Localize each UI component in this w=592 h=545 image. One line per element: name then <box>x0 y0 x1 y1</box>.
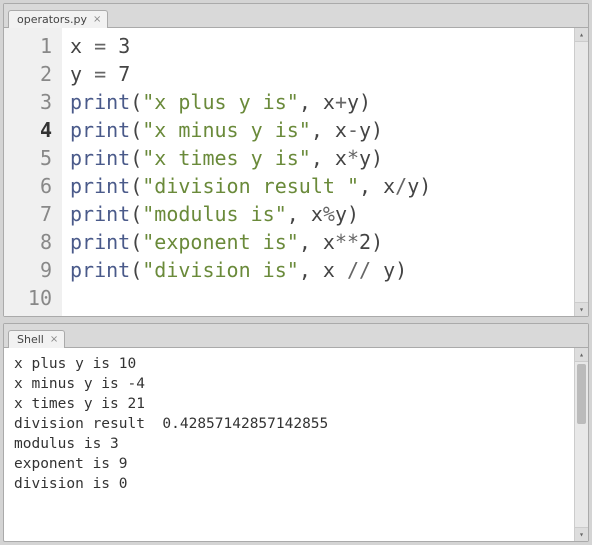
line-number: 5 <box>4 144 52 172</box>
shell-panel: Shell × x plus y is 10 x minus y is -4 x… <box>3 323 589 542</box>
editor-tab-label: operators.py <box>17 13 87 26</box>
editor-tab-operators[interactable]: operators.py × <box>8 10 108 28</box>
line-number-gutter: 12345678910 <box>4 28 62 316</box>
code-line[interactable]: print("division is", x // y) <box>70 256 566 284</box>
scroll-up-icon[interactable]: ▴ <box>575 28 588 42</box>
line-number: 7 <box>4 200 52 228</box>
line-number: 4 <box>4 116 52 144</box>
code-line[interactable]: print("division result ", x/y) <box>70 172 566 200</box>
shell-scrollbar[interactable]: ▴ ▾ <box>574 348 588 541</box>
scroll-thumb[interactable] <box>577 364 586 424</box>
editor-tabbar: operators.py × <box>4 4 588 28</box>
line-number: 3 <box>4 88 52 116</box>
close-icon[interactable]: × <box>93 14 101 25</box>
shell-content-wrap: x plus y is 10 x minus y is -4 x times y… <box>4 348 588 541</box>
line-number: 2 <box>4 60 52 88</box>
code-line[interactable]: print("exponent is", x**2) <box>70 228 566 256</box>
line-number: 9 <box>4 256 52 284</box>
scroll-down-icon[interactable]: ▾ <box>575 527 588 541</box>
shell-tab[interactable]: Shell × <box>8 330 65 348</box>
shell-tab-label: Shell <box>17 333 44 346</box>
shell-output[interactable]: x plus y is 10 x minus y is -4 x times y… <box>4 348 574 541</box>
code-line[interactable]: print("modulus is", x%y) <box>70 200 566 228</box>
line-number: 6 <box>4 172 52 200</box>
code-line[interactable]: print("x minus y is", x-y) <box>70 116 566 144</box>
code-line[interactable]: y = 7 <box>70 60 566 88</box>
code-line[interactable]: x = 3 <box>70 32 566 60</box>
line-number: 10 <box>4 284 52 312</box>
scroll-up-icon[interactable]: ▴ <box>575 348 588 362</box>
code-line[interactable]: print("x plus y is", x+y) <box>70 88 566 116</box>
line-number: 8 <box>4 228 52 256</box>
code-line[interactable]: print("x times y is", x*y) <box>70 144 566 172</box>
editor-scrollbar[interactable]: ▴ ▾ <box>574 28 588 316</box>
shell-tabbar: Shell × <box>4 324 588 348</box>
editor-content: 12345678910 x = 3y = 7print("x plus y is… <box>4 28 588 316</box>
editor-panel: operators.py × 12345678910 x = 3y = 7pri… <box>3 3 589 317</box>
code-area[interactable]: x = 3y = 7print("x plus y is", x+y)print… <box>62 28 574 316</box>
scroll-down-icon[interactable]: ▾ <box>575 302 588 316</box>
close-icon[interactable]: × <box>50 334 58 345</box>
line-number: 1 <box>4 32 52 60</box>
